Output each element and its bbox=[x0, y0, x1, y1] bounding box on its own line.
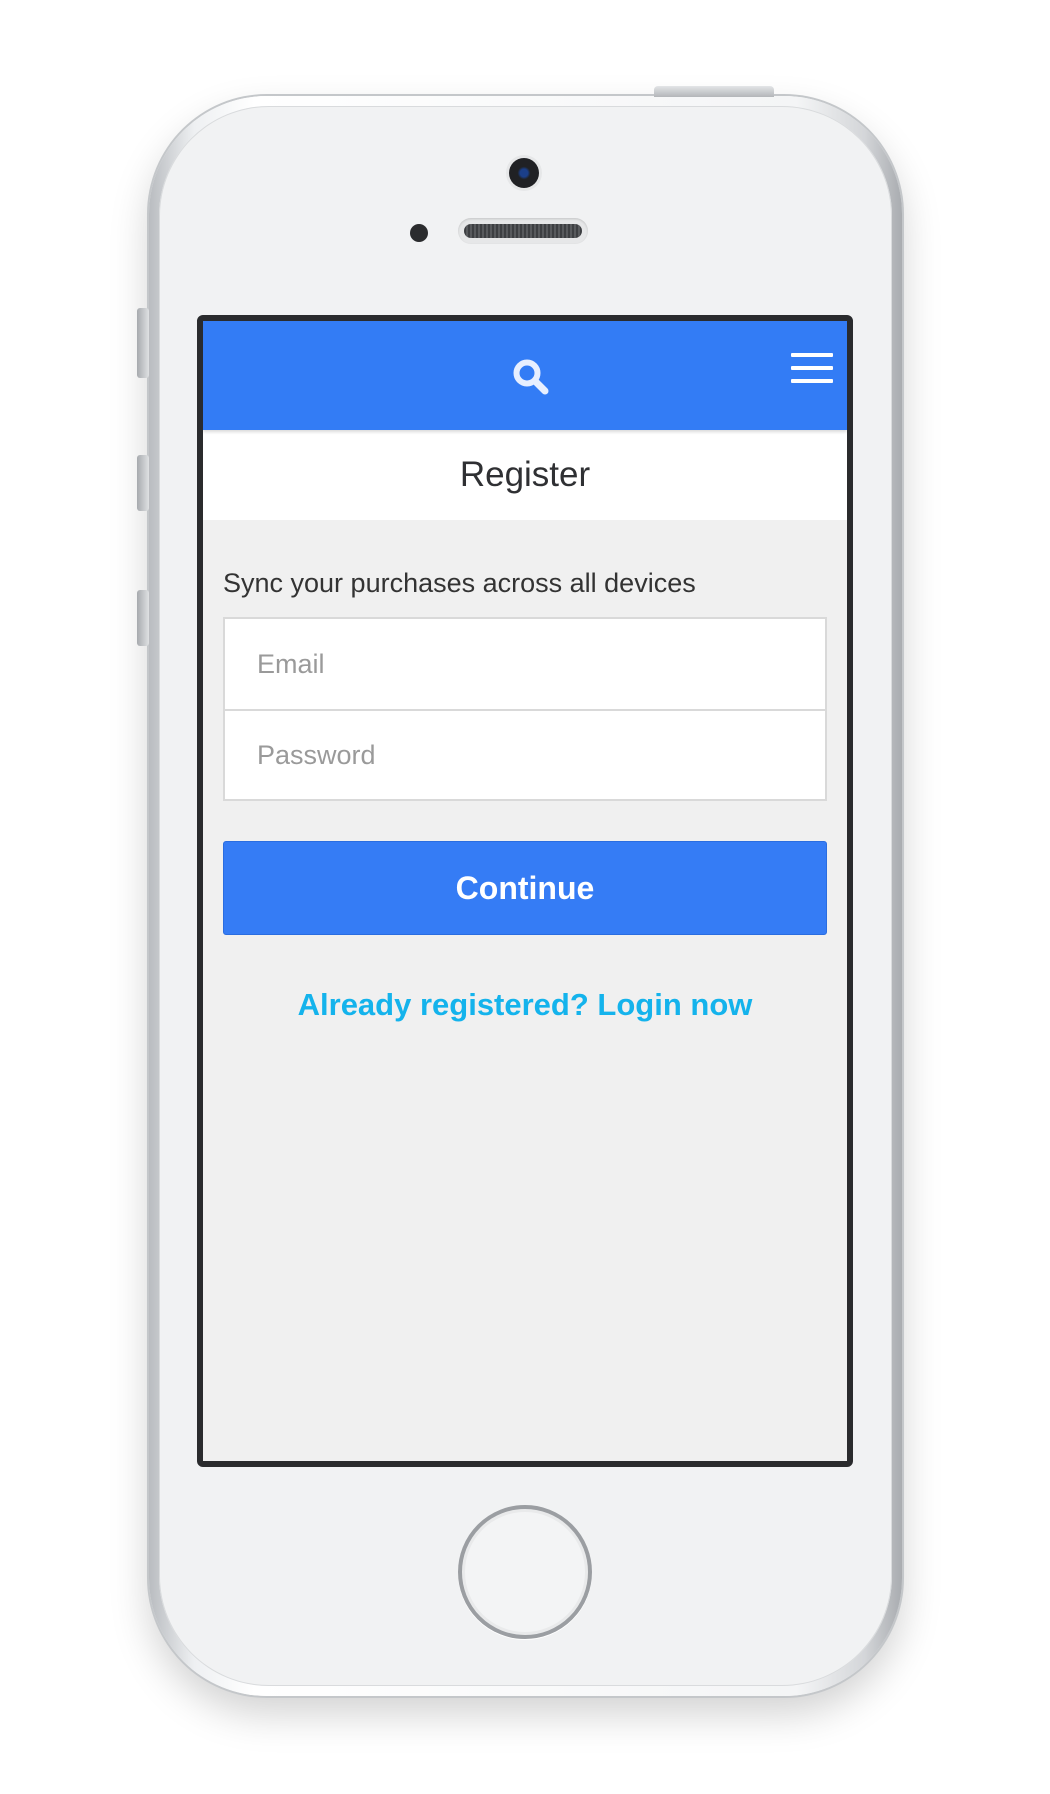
hamburger-menu-icon[interactable] bbox=[791, 353, 833, 383]
credentials-box bbox=[223, 617, 827, 801]
login-link[interactable]: Already registered? Login now bbox=[223, 987, 827, 1023]
power-button bbox=[654, 86, 774, 97]
continue-button[interactable]: Continue bbox=[223, 841, 827, 935]
register-form: Sync your purchases across all devices C… bbox=[223, 520, 827, 1023]
app-header bbox=[203, 321, 847, 430]
mute-switch bbox=[137, 308, 149, 378]
volume-up-button bbox=[137, 455, 149, 511]
front-camera bbox=[509, 158, 539, 188]
proximity-sensor bbox=[410, 224, 428, 242]
page-title: Register bbox=[459, 455, 591, 494]
volume-down-button bbox=[137, 590, 149, 646]
earpiece-speaker bbox=[458, 218, 588, 244]
password-field[interactable] bbox=[225, 709, 825, 799]
title-bar: Register bbox=[203, 430, 847, 520]
home-button[interactable] bbox=[458, 1505, 592, 1639]
form-subtitle: Sync your purchases across all devices bbox=[223, 568, 696, 598]
search-icon[interactable] bbox=[511, 357, 551, 397]
email-field[interactable] bbox=[225, 619, 825, 709]
phone-screen: Register Sync your purchases across all … bbox=[197, 315, 853, 1467]
